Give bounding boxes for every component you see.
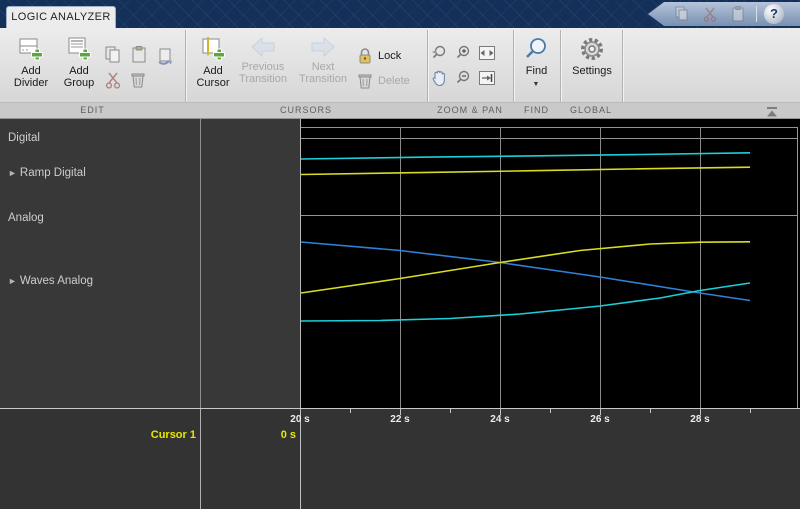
expand-arrow-icon[interactable]: ►	[8, 276, 17, 286]
zoom-out-icon[interactable]	[454, 69, 472, 87]
collapse-toolstrip-icon[interactable]	[764, 106, 780, 118]
previous-transition-label: Previous Transition	[239, 61, 287, 85]
section-label-edit: EDIT	[80, 105, 105, 115]
axis-tick-label: 24 s	[490, 414, 510, 425]
signal-row-ramp-digital[interactable]: ► Ramp Digital	[0, 162, 198, 184]
signal-row-digital[interactable]: Digital	[0, 127, 198, 149]
settings-button[interactable]: Settings	[564, 34, 620, 94]
signal-label: Ramp Digital	[19, 167, 86, 179]
add-group-button[interactable]: Add Group	[56, 34, 102, 94]
axis-tick-label: 26 s	[590, 414, 610, 425]
cursor-name[interactable]: Cursor 1	[66, 429, 196, 441]
add-group-label: Add Group	[63, 65, 95, 89]
lock-icon[interactable]	[356, 47, 374, 65]
duplicate-icon[interactable]	[156, 47, 174, 65]
section-label-cursors: CURSORS	[279, 105, 332, 115]
axis-minor-tick	[650, 409, 651, 413]
section-label-global: GLOBAL	[569, 105, 613, 115]
axis-tick-label: 22 s	[390, 414, 410, 425]
add-divider-label: Add Divider	[13, 65, 49, 89]
paste-icon[interactable]	[730, 6, 746, 22]
gridline	[300, 138, 797, 139]
tab-bar: LOGIC ANALYZER ?	[0, 0, 800, 28]
gridline	[500, 127, 501, 408]
toolstrip: Add Divider Add Group Add Cursor Previou…	[0, 28, 800, 119]
previous-transition-button[interactable]: Previous Transition	[236, 34, 290, 94]
signal-row-analog[interactable]: Analog	[0, 207, 198, 229]
plot-right-edge	[797, 127, 798, 408]
zoom-in-icon[interactable]	[454, 44, 472, 62]
axis-tick-label: 28 s	[690, 414, 710, 425]
gridline	[400, 127, 401, 408]
find-label: Find	[525, 65, 548, 77]
add-divider-button[interactable]: Add Divider	[8, 34, 54, 94]
cut-icon[interactable]	[104, 71, 122, 89]
next-transition-button[interactable]: Next Transition	[296, 34, 350, 94]
add-divider-icon	[19, 38, 43, 61]
plot-canvas[interactable]	[300, 119, 800, 408]
arrow-left-icon	[251, 36, 275, 58]
delete-icon[interactable]	[129, 71, 147, 89]
settings-label: Settings	[572, 65, 612, 77]
axis-minor-tick	[450, 409, 451, 413]
zoom-to-end-icon[interactable]	[478, 69, 496, 87]
zoom-in-time-icon[interactable]	[430, 44, 448, 62]
add-cursor-label: Add Cursor	[196, 65, 230, 89]
gridline	[700, 127, 701, 408]
next-transition-label: Next Transition	[299, 61, 347, 85]
lock-label[interactable]: Lock	[378, 50, 401, 62]
axis-minor-tick	[550, 409, 551, 413]
delete-cursor-icon[interactable]	[356, 72, 374, 90]
find-icon	[525, 38, 546, 58]
delete-cursor-label[interactable]: Delete	[378, 75, 410, 87]
add-group-icon	[68, 37, 91, 61]
copy-icon[interactable]	[104, 46, 122, 64]
gear-icon	[581, 38, 603, 60]
gridline	[300, 215, 797, 216]
time-axis[interactable]: Cursor 1 0 s 20 s 22 s 24 s 26 s 28 s	[0, 408, 800, 509]
axis-minor-tick	[350, 409, 351, 413]
section-label-row: EDIT CURSORS ZOOM & PAN FIND GLOBAL	[0, 102, 800, 118]
cursor-value[interactable]: 0 s	[196, 429, 296, 441]
section-label-zoom-pan: ZOOM & PAN	[437, 105, 503, 115]
name-value-divider	[200, 409, 201, 509]
pan-icon[interactable]	[430, 69, 448, 87]
signal-label: Waves Analog	[19, 275, 94, 287]
find-dropdown-caret[interactable]: ▼	[524, 81, 548, 88]
axis-tick-label: 20 s	[290, 414, 310, 425]
signal-row-waves-analog[interactable]: ► Waves Analog	[0, 270, 198, 292]
arrow-right-icon	[311, 36, 335, 58]
copy-icon[interactable]	[674, 6, 690, 22]
quickbar-separator	[756, 6, 757, 22]
signal-label: Analog	[8, 212, 44, 224]
signal-label: Digital	[8, 132, 40, 144]
help-button[interactable]: ?	[764, 4, 784, 24]
quick-access-toolbar: ?	[648, 2, 800, 26]
add-cursor-icon	[202, 37, 225, 61]
gridline	[300, 127, 797, 128]
expand-arrow-icon[interactable]: ►	[8, 168, 17, 178]
fit-to-view-icon[interactable]	[478, 44, 496, 62]
tab-logic-analyzer[interactable]: LOGIC ANALYZER	[6, 6, 116, 28]
cut-icon[interactable]	[702, 6, 718, 22]
add-cursor-button[interactable]: Add Cursor	[190, 34, 236, 94]
section-label-find: FIND	[524, 105, 549, 115]
gridline	[600, 127, 601, 408]
paste-icon[interactable]	[130, 46, 148, 64]
axis-minor-tick	[750, 409, 751, 413]
